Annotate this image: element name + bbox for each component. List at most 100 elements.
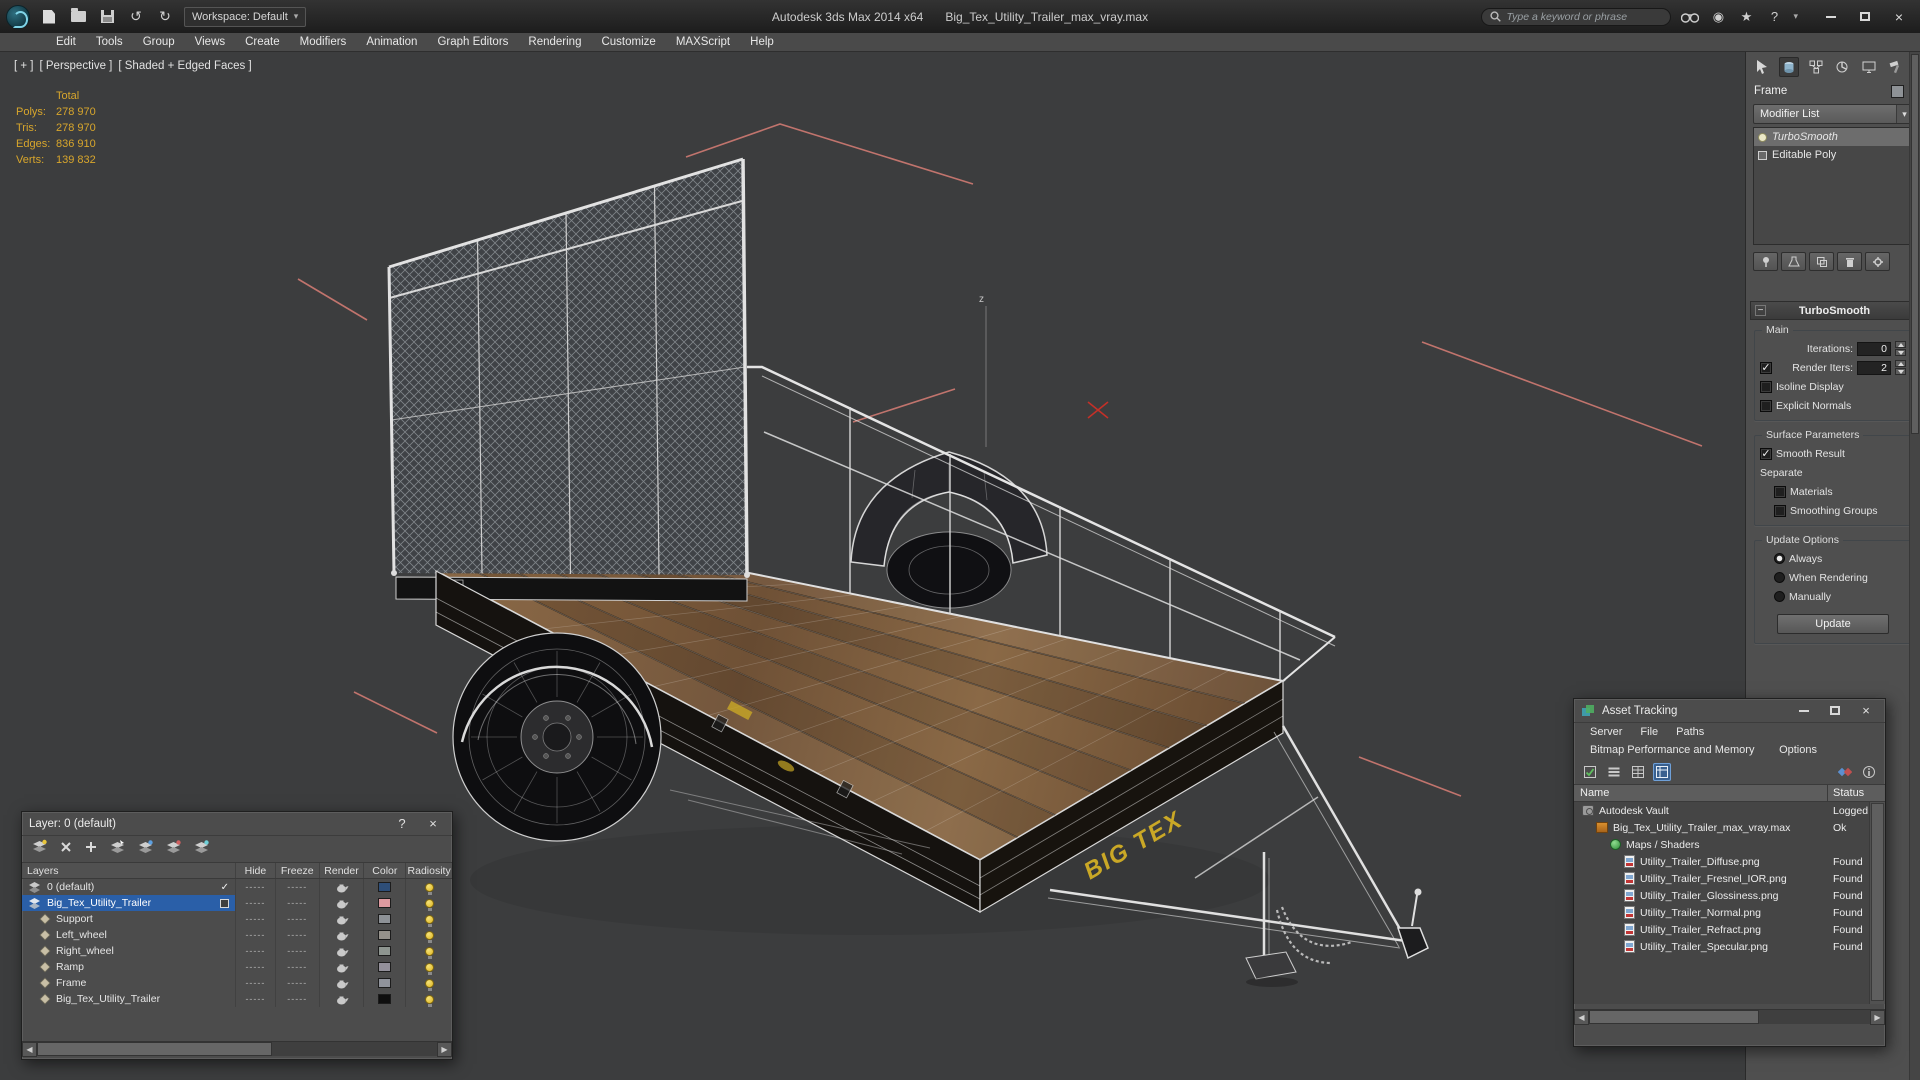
viewport-shading-menu[interactable]: [ Shaded + Edged Faces ] xyxy=(118,60,251,72)
iterations-field[interactable]: 0 xyxy=(1857,341,1891,356)
undo-button[interactable]: ↺ xyxy=(126,7,146,27)
hierarchy-tab-icon[interactable] xyxy=(1806,57,1826,77)
viewport-general-menu[interactable]: [ + ] xyxy=(14,60,34,72)
radiosity-toggle[interactable] xyxy=(406,895,452,911)
scrollbar-thumb[interactable] xyxy=(1589,1010,1759,1024)
help-caret-icon[interactable]: ▾ xyxy=(1793,11,1798,22)
menu-views[interactable]: Views xyxy=(185,33,235,52)
scroll-track[interactable] xyxy=(37,1042,437,1056)
object-color-swatch[interactable] xyxy=(1891,84,1904,98)
scroll-track[interactable] xyxy=(1589,1010,1870,1024)
object-row[interactable]: Right_wheel ----- ----- xyxy=(22,943,452,959)
menu-group[interactable]: Group xyxy=(133,33,185,52)
smooth-result-checkbox[interactable] xyxy=(1760,447,1772,460)
asset-row[interactable]: Utility_Trailer_Refract.png Found xyxy=(1574,921,1869,938)
asset-row[interactable]: Utility_Trailer_Specular.png Found xyxy=(1574,938,1869,955)
isoline-display-checkbox[interactable] xyxy=(1760,380,1772,393)
scroll-right-icon[interactable]: ▶ xyxy=(1870,1010,1885,1025)
close-button[interactable]: × xyxy=(1854,702,1878,720)
column-radiosity[interactable]: Radiosity xyxy=(406,863,452,878)
asset-row[interactable]: Utility_Trailer_Fresnel_IOR.png Found xyxy=(1574,870,1869,887)
render-toggle[interactable] xyxy=(320,895,365,911)
object-color-swatch[interactable] xyxy=(364,991,407,1007)
object-row[interactable]: Ramp ----- ----- xyxy=(22,959,452,975)
render-toggle[interactable] xyxy=(320,927,365,943)
materials-checkbox[interactable] xyxy=(1774,485,1786,498)
utilities-tab-icon[interactable] xyxy=(1886,57,1906,77)
object-row[interactable]: Big_Tex_Utility_Trailer ----- ----- xyxy=(22,991,452,1007)
render-toggle[interactable] xyxy=(320,879,365,895)
motion-tab-icon[interactable] xyxy=(1832,57,1852,77)
hide-toggle[interactable]: ----- xyxy=(236,943,276,959)
close-button[interactable]: × xyxy=(1884,6,1914,28)
layer-row[interactable]: 0 (default) ✓ ----- ----- xyxy=(22,879,452,895)
modifier-enabled-icon[interactable] xyxy=(1758,132,1767,142)
configure-modifier-sets-button[interactable] xyxy=(1865,252,1890,271)
infocenter-search[interactable] xyxy=(1481,7,1672,26)
display-tab-icon[interactable] xyxy=(1859,57,1879,77)
scrollbar-thumb[interactable] xyxy=(1911,54,1919,434)
list-view-icon[interactable] xyxy=(1605,763,1623,781)
freeze-toggle[interactable]: ----- xyxy=(276,879,320,895)
asset-row[interactable]: Big_Tex_Utility_Trailer_max_vray.max Ok xyxy=(1574,819,1869,836)
object-color-swatch[interactable] xyxy=(364,959,407,975)
workspace-selector[interactable]: Workspace: Default ▾ xyxy=(184,6,307,27)
rollout-header[interactable]: − TurboSmooth xyxy=(1750,301,1916,320)
menu-graph-editors[interactable]: Graph Editors xyxy=(427,33,518,52)
help-icon[interactable]: ? xyxy=(1765,9,1783,24)
menu-create[interactable]: Create xyxy=(235,33,290,52)
hide-toggle[interactable]: ----- xyxy=(236,895,276,911)
add-selected-to-layer-icon[interactable] xyxy=(84,840,98,859)
make-unique-button[interactable] xyxy=(1809,252,1834,271)
scroll-left-icon[interactable]: ◀ xyxy=(1574,1010,1589,1025)
maximize-button[interactable] xyxy=(1823,702,1847,720)
communication-center-icon[interactable]: ◉ xyxy=(1709,9,1727,25)
save-file-button[interactable] xyxy=(97,7,117,27)
render-iters-spinner[interactable] xyxy=(1895,360,1906,375)
modify-tab-icon[interactable] xyxy=(1778,57,1799,77)
menu-help[interactable]: Help xyxy=(740,33,784,52)
hide-all-layers-icon[interactable] xyxy=(165,839,182,860)
freeze-all-layers-icon[interactable] xyxy=(193,839,210,860)
asset-row[interactable]: Autodesk Vault Logged O xyxy=(1574,802,1869,819)
object-row[interactable]: Left_wheel ----- ----- xyxy=(22,927,452,943)
minimize-button[interactable] xyxy=(1816,6,1846,28)
freeze-toggle[interactable]: ----- xyxy=(276,911,320,927)
render-toggle[interactable] xyxy=(320,975,365,991)
render-iters-field[interactable]: 2 xyxy=(1857,360,1891,375)
column-name[interactable]: Name xyxy=(1574,785,1828,801)
hide-toggle[interactable]: ----- xyxy=(236,959,276,975)
asset-info-icon[interactable] xyxy=(1860,763,1878,781)
remove-modifier-button[interactable] xyxy=(1837,252,1862,271)
manually-radio[interactable] xyxy=(1774,591,1785,602)
asset-row[interactable]: Utility_Trailer_Diffuse.png Found xyxy=(1574,853,1869,870)
scroll-left-icon[interactable]: ◀ xyxy=(22,1042,37,1057)
refresh-status-icon[interactable] xyxy=(1581,763,1599,781)
minimize-button[interactable] xyxy=(1792,702,1816,720)
column-layers[interactable]: Layers xyxy=(22,863,237,878)
update-button[interactable]: Update xyxy=(1777,614,1889,634)
render-toggle[interactable] xyxy=(320,943,365,959)
object-color-swatch[interactable] xyxy=(364,975,407,991)
hide-toggle[interactable]: ----- xyxy=(236,991,276,1007)
modifier-list-dropdown[interactable]: Modifier List ▾ xyxy=(1753,104,1913,124)
command-panel-scrollbar[interactable] xyxy=(1909,52,1920,1080)
menu-tools[interactable]: Tools xyxy=(86,33,133,52)
when-rendering-radio[interactable] xyxy=(1774,572,1785,583)
help-button[interactable]: ? xyxy=(390,815,414,833)
radiosity-toggle[interactable] xyxy=(406,911,452,927)
column-hide[interactable]: Hide xyxy=(236,863,276,878)
render-toggle[interactable] xyxy=(320,991,365,1007)
asset-row[interactable]: Maps / Shaders xyxy=(1574,836,1869,853)
details-view-icon[interactable] xyxy=(1629,763,1647,781)
freeze-toggle[interactable]: ----- xyxy=(276,927,320,943)
favorites-star-icon[interactable]: ★ xyxy=(1737,9,1755,25)
iterations-spinner[interactable] xyxy=(1895,341,1906,356)
menu-file[interactable]: File xyxy=(1633,726,1665,738)
object-color-swatch[interactable] xyxy=(364,927,407,943)
current-layer-check-icon[interactable]: ✓ xyxy=(221,882,229,893)
scrollbar-thumb[interactable] xyxy=(37,1042,272,1056)
radiosity-toggle[interactable] xyxy=(406,991,452,1007)
freeze-toggle[interactable]: ----- xyxy=(276,975,320,991)
table-view-icon[interactable] xyxy=(1653,762,1671,781)
